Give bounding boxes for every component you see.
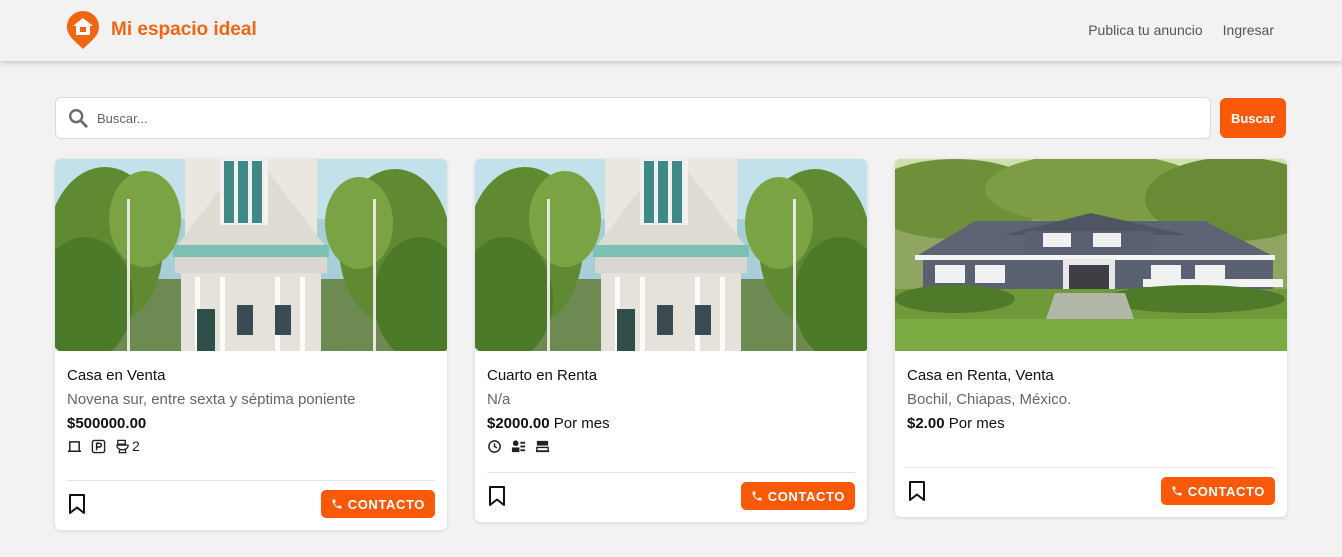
bed-icon: [67, 440, 82, 452]
amenities-row: [487, 436, 855, 456]
search-icon: [69, 109, 88, 128]
listing-title: Cuarto en Renta: [487, 367, 598, 384]
bookmark-button[interactable]: [67, 493, 87, 515]
amenity-bed: [67, 439, 82, 454]
price-period: Por mes: [553, 415, 610, 432]
search-input[interactable]: [97, 110, 1177, 126]
contact-button[interactable]: CONTACTO: [1160, 477, 1275, 505]
logo[interactable]: Mi espacio ideal: [66, 10, 257, 50]
listing-price-line: $500000.00: [67, 413, 435, 435]
bookmark-icon: [907, 480, 927, 502]
amenity-toilet: 2: [115, 438, 140, 454]
contact-button[interactable]: CONTACTO: [320, 490, 435, 518]
clock-icon: [488, 439, 501, 453]
furniture-icon: [535, 440, 550, 452]
toilet-icon: [116, 439, 129, 453]
contact-button[interactable]: CONTACTO: [740, 482, 855, 510]
amenity-furniture: [535, 439, 550, 454]
listing-price: $2.00: [907, 415, 945, 432]
phone-icon: [331, 498, 343, 510]
amenities-row: 2: [67, 436, 435, 456]
contact-label: CONTACTO: [767, 488, 845, 504]
home-pin-icon: [67, 11, 99, 49]
amenity-schedule: [487, 439, 502, 454]
contact-label: CONTACTO: [347, 496, 425, 512]
toilet-count: 2: [132, 438, 140, 454]
listing-title: Casa en Renta, Venta: [907, 367, 1054, 384]
price-period: Por mes: [948, 415, 1005, 432]
bookmark-button[interactable]: [487, 485, 507, 507]
listing-card[interactable]: Casa en Renta, Venta Bochil, Chiapas, Mé…: [895, 159, 1287, 517]
bookmark-button[interactable]: [907, 480, 927, 502]
listing-address: Bochil, Chiapas, México.: [907, 391, 1072, 408]
bookmark-icon: [67, 493, 87, 515]
search-bar: [55, 97, 1211, 139]
brand-name: Mi espacio ideal: [111, 19, 257, 40]
listing-card[interactable]: Cuarto en Renta N/a $2000.00 Por mes CON…: [475, 159, 867, 522]
amenity-services: [511, 439, 526, 454]
phone-icon: [751, 490, 763, 502]
listing-price-line: $2000.00 Por mes: [487, 413, 855, 435]
bookmark-icon: [487, 485, 507, 507]
publish-link[interactable]: Publica tu anuncio: [1088, 22, 1202, 38]
services-icon: [511, 439, 526, 452]
listing-address: Novena sur, entre sexta y séptima ponien…: [67, 391, 356, 408]
listing-price-line: $2.00 Por mes: [907, 413, 1275, 435]
listing-title: Casa en Venta: [67, 367, 166, 384]
listing-price: $2000.00: [487, 415, 550, 432]
listing-image[interactable]: [475, 159, 867, 351]
top-nav: Publica tu anuncio Ingresar: [1088, 22, 1274, 38]
listing-price: $500000.00: [67, 415, 147, 432]
contact-label: CONTACTO: [1187, 483, 1265, 499]
amenity-parking: [91, 439, 106, 454]
navbar: Mi espacio ideal Publica tu anuncio Ingr…: [0, 0, 1342, 61]
listing-card[interactable]: Casa en Venta Novena sur, entre sexta y …: [55, 159, 447, 530]
login-link[interactable]: Ingresar: [1223, 22, 1274, 38]
parking-icon: [91, 439, 106, 453]
phone-icon: [1171, 485, 1183, 497]
search-button[interactable]: Buscar: [1220, 98, 1286, 138]
listing-image[interactable]: [55, 159, 447, 351]
listing-address: N/a: [487, 391, 511, 408]
listing-image[interactable]: [895, 159, 1287, 351]
